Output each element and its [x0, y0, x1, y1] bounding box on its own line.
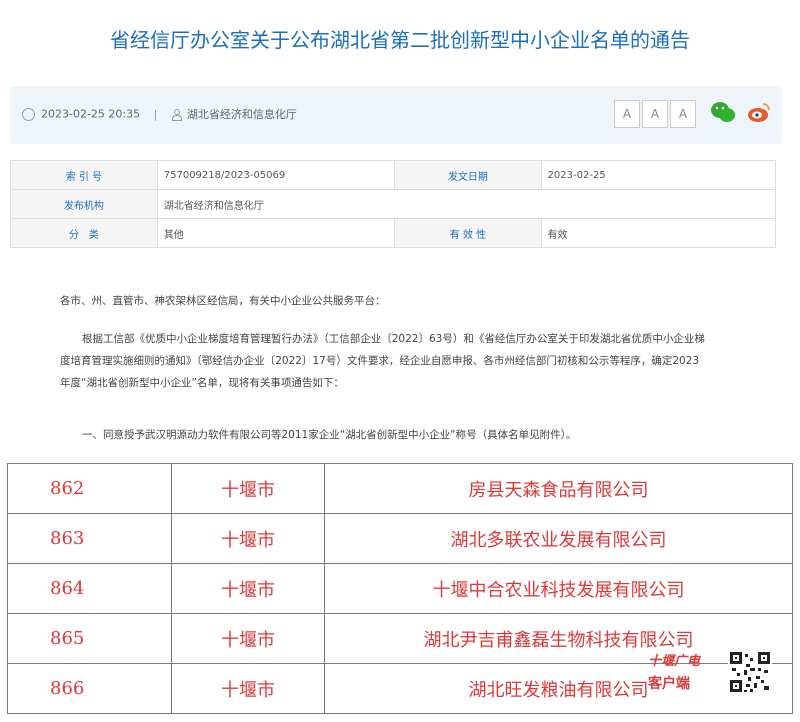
org-label: 发布机构 — [10, 189, 158, 219]
row-city: 十堰市 — [171, 513, 325, 564]
row-company: 湖北尹吉甫鑫磊生物科技有限公司 — [324, 613, 793, 664]
station-watermark: 十堰广电 客户端 — [648, 650, 700, 693]
row-city: 十堰市 — [171, 563, 325, 614]
paragraph-2: 一、同意授予武汉明源动力软件有限公司等2011家企业“湖北省创新型中小企业”称号… — [82, 429, 577, 441]
weibo-icon[interactable] — [746, 100, 772, 124]
row-city: 十堰市 — [171, 463, 325, 514]
row-company: 十堰中合农业科技发展有限公司 — [324, 563, 793, 614]
publisher-name: 湖北省经济和信息化厅 — [186, 108, 297, 121]
clock-icon — [22, 107, 35, 121]
paragraph-1-line: 年度“湖北省创新型中小企业”名单，现将有关事项通告如下： — [60, 377, 344, 389]
font-size-large-button[interactable]: A — [614, 100, 640, 128]
row-company: 湖北多联农业发展有限公司 — [324, 513, 793, 564]
validity-label: 有 效 性 — [394, 218, 542, 248]
row-number: 864 — [7, 563, 172, 614]
watermark-app-text: 客户端 — [648, 676, 690, 692]
paragraph-1: 根据工信部《优质中小企业梯度培育管理暂行办法》（工信部企业〔2022〕63号）和… — [60, 328, 760, 394]
wechat-icon[interactable] — [710, 100, 736, 124]
font-size-small-button[interactable]: A — [670, 100, 696, 128]
table-row: 864 十堰市 十堰中合农业科技发展有限公司 — [7, 563, 793, 614]
row-number: 863 — [7, 513, 172, 564]
publish-datetime: 2023-02-25 20:35 — [41, 107, 141, 121]
salutation: 各市、州、直管市、神农架林区经信局，有关中小企业公共服务平台： — [60, 295, 386, 307]
paragraph-1-line: 根据工信部《优质中小企业梯度培育管理暂行办法》（工信部企业〔2022〕63号）和… — [82, 333, 705, 345]
row-number: 865 — [7, 613, 172, 664]
category-label: 分 类 — [10, 218, 158, 248]
category-value: 其他 — [156, 218, 396, 248]
row-city: 十堰市 — [171, 613, 325, 664]
article-info-bar: 2023-02-25 20:35 | 湖北省经济和信息化厅 A A A — [10, 86, 782, 144]
row-number: 862 — [7, 463, 172, 514]
index-label: 索 引 号 — [10, 160, 158, 190]
row-company: 湖北旺发粮油有限公司 — [324, 663, 793, 714]
date-value: 2023-02-25 — [540, 160, 777, 190]
article-meta: 2023-02-25 20:35 | 湖北省经济和信息化厅 — [22, 106, 297, 122]
font-size-medium-button[interactable]: A — [642, 100, 668, 128]
table-row: 863 十堰市 湖北多联农业发展有限公司 — [7, 513, 793, 564]
row-company: 房县天森食品有限公司 — [324, 463, 793, 514]
table-row: 862 十堰市 房县天森食品有限公司 — [7, 463, 793, 514]
row-number: 866 — [7, 663, 172, 714]
paragraph-1-line: 度培育管理实施细则的通知》（鄂经信办企业〔2022〕17号）文件要求，经企业自愿… — [60, 355, 700, 367]
info-divider: | — [153, 107, 158, 121]
document-meta-table: 索 引 号 757009218/2023-05069 发文日期 2023-02-… — [10, 160, 777, 248]
index-value: 757009218/2023-05069 — [156, 160, 396, 190]
user-icon — [171, 109, 182, 121]
row-city: 十堰市 — [171, 663, 325, 714]
validity-value: 有效 — [540, 218, 777, 248]
org-value: 湖北省经济和信息化厅 — [156, 189, 777, 219]
date-label: 发文日期 — [394, 160, 542, 190]
qr-code-icon — [728, 650, 772, 694]
page-title: 省经信厅办公室关于公布湖北省第二批创新型中小企业名单的通告 — [110, 28, 690, 52]
watermark-logo-text: 十堰广电 — [648, 654, 701, 669]
